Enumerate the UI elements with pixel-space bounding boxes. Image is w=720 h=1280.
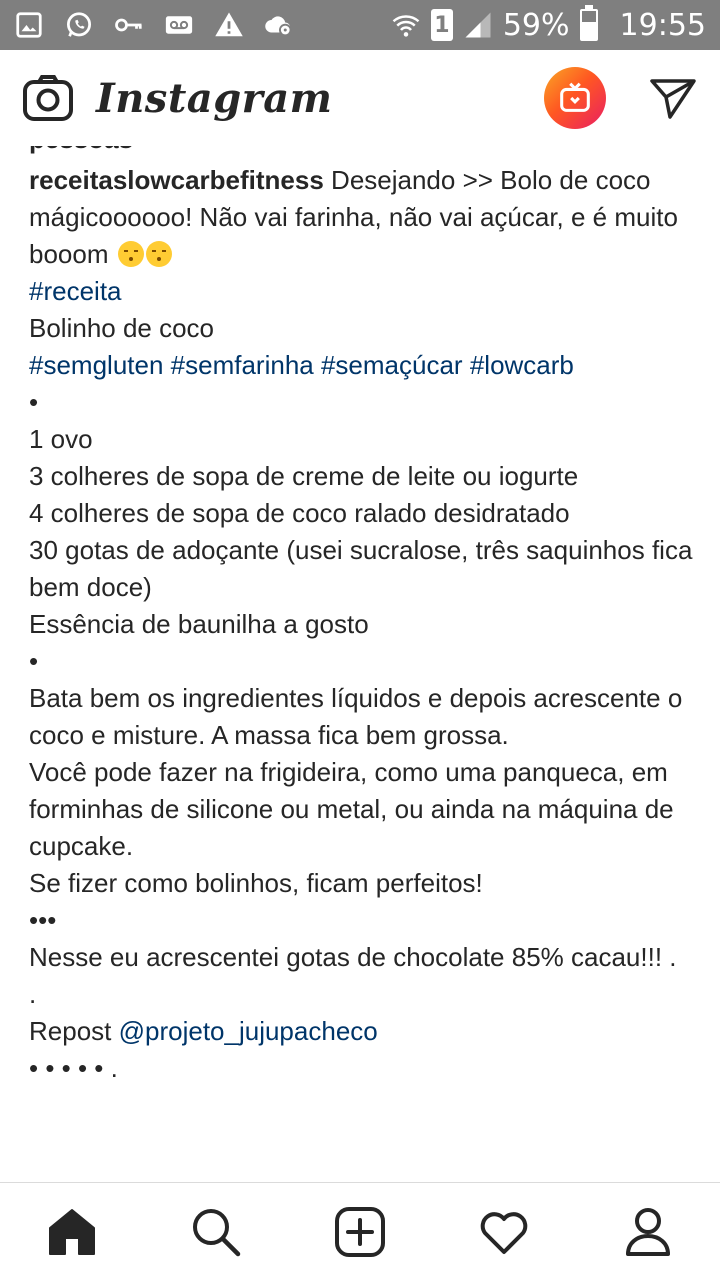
ingredient-line: 30 gotas de adoçante (usei sucralose, tr…	[29, 535, 693, 602]
sim-slot-badge: 1	[430, 9, 453, 41]
hashtag-link[interactable]: #semfarinha	[171, 350, 314, 380]
post-caption: receitaslowcarbefitness Desejando >> Bol…	[29, 162, 699, 1087]
ingredient-line: 4 colheres de sopa de coco ralado desidr…	[29, 498, 570, 528]
hashtag-link[interactable]: #semgluten	[29, 350, 163, 380]
instruction-line: Bata bem os ingredientes líquidos e depo…	[29, 683, 683, 750]
image-icon	[14, 10, 44, 40]
instruction-line: Você pode fazer na frigideira, como uma …	[29, 757, 674, 861]
ending-dots: • • • • • .	[29, 1053, 118, 1083]
chocolate-note: Nesse eu acrescentei gotas de chocolate …	[29, 942, 677, 972]
battery-icon	[579, 5, 598, 41]
direct-message-icon[interactable]	[648, 73, 698, 123]
hashtag-row: #semgluten #semfarinha #semaçúcar #lowca…	[29, 347, 699, 384]
hashtag-link[interactable]: #semaçúcar	[321, 350, 463, 380]
ingredient-line: 3 colheres de sopa de creme de leite ou …	[29, 461, 579, 491]
igtv-icon[interactable]	[544, 67, 606, 129]
ingredient-line: 1 ovo	[29, 424, 93, 454]
caption-line: Bolinho de coco	[29, 313, 215, 343]
ingredient-line: Essência de baunilha a gosto	[29, 609, 369, 639]
app-logo: Instagram	[96, 74, 333, 122]
status-bar: 1 59% 19:55	[0, 0, 720, 50]
signal-icon	[463, 10, 493, 40]
clipped-text-line: pessoas	[29, 146, 133, 155]
caption-intro: receitaslowcarbefitness Desejando >> Bol…	[29, 162, 699, 273]
bullet-separator: •	[29, 387, 39, 417]
home-icon[interactable]	[44, 1204, 100, 1260]
mention-link[interactable]: @projeto_jujupacheco	[119, 1016, 378, 1046]
dot-line: .	[29, 979, 37, 1009]
bottom-navigation	[0, 1182, 720, 1280]
bullet-separator: •••	[29, 905, 57, 935]
battery-percentage: 59%	[502, 7, 570, 43]
whatsapp-icon	[64, 10, 94, 40]
hashtag-link[interactable]: #receita	[29, 276, 122, 306]
post-username[interactable]: receitaslowcarbefitness	[29, 165, 324, 195]
wifi-icon	[391, 10, 421, 40]
app-header: Instagram	[0, 50, 720, 146]
camera-icon[interactable]	[22, 74, 74, 122]
notification-icons	[14, 10, 294, 40]
post-caption-area: pessoas receitaslowcarbefitness Desejand…	[0, 146, 720, 1182]
bullet-separator: •	[29, 646, 39, 676]
search-icon[interactable]	[188, 1204, 244, 1260]
relieved-face-emoji	[145, 241, 172, 267]
warning-icon	[214, 10, 244, 40]
hashtag-link[interactable]: #lowcarb	[470, 350, 574, 380]
relieved-face-emoji	[117, 241, 144, 267]
key-icon	[114, 10, 144, 40]
profile-icon[interactable]	[620, 1204, 676, 1260]
activity-heart-icon[interactable]	[476, 1204, 532, 1260]
voicemail-icon	[164, 10, 194, 40]
new-post-icon[interactable]	[332, 1204, 388, 1260]
instruction-line: Se fizer como bolinhos, ficam perfeitos!	[29, 868, 483, 898]
clock: 19:55	[619, 7, 706, 43]
repost-line: Repost @projeto_jujupacheco	[29, 1013, 699, 1050]
system-indicators: 1 59% 19:55	[391, 5, 706, 43]
repost-label: Repost	[29, 1016, 119, 1046]
cloud-settings-icon	[264, 10, 294, 40]
